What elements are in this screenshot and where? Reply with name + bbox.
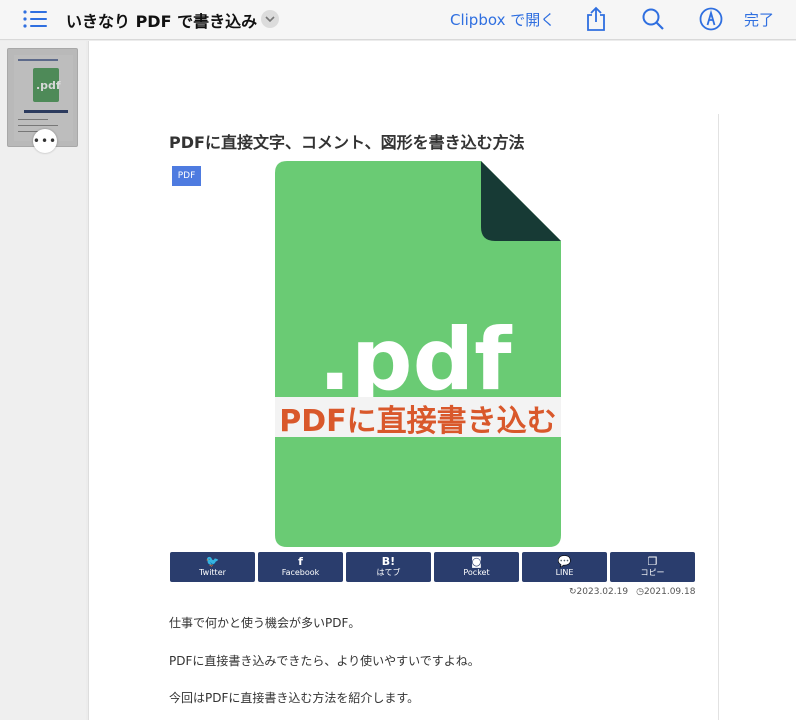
thumbnail-share-bar (24, 110, 68, 113)
hatebu-icon: B! (381, 555, 396, 568)
list-icon[interactable] (20, 5, 50, 33)
hero-pdf-file-image: .pdf PDFに直接書き込む (275, 161, 561, 547)
thumbnail-pdf-image: .pdf (33, 68, 61, 102)
thumbnail-text-line (18, 119, 48, 120)
done-button[interactable]: 完了 (744, 9, 774, 30)
clock-icon: ◷ (636, 587, 644, 597)
share-icon[interactable] (582, 5, 610, 33)
thumbnail-title-line (18, 59, 58, 61)
thumbnail-pdf-text: .pdf (36, 79, 61, 92)
document-page: PDFに直接文字、コメント、図形を書き込む方法 PDF .pdf PDFに直接書… (88, 41, 796, 720)
share-button-label: はてブ (376, 568, 401, 577)
hero-banner-text: PDFに直接書き込む (279, 404, 556, 439)
line-icon: 💬 (557, 555, 572, 568)
share-pocket-button[interactable]: ◙ Pocket (434, 552, 519, 582)
article-dates: ↻2023.02.19 ◷2021.09.18 (569, 587, 695, 597)
top-toolbar: いきなり PDF で書き込み Clipbox で開く 完了 (0, 0, 796, 40)
thumbnail-sidebar: .pdf ••• (0, 41, 86, 720)
share-facebook-button[interactable]: f Facebook (258, 552, 343, 582)
share-copy-button[interactable]: ❐ コピー (610, 552, 695, 582)
category-tag[interactable]: PDF (172, 166, 201, 186)
share-line-button[interactable]: 💬 LINE (522, 552, 607, 582)
share-button-label: Twitter (199, 568, 226, 577)
pocket-icon: ◙ (471, 555, 482, 568)
article-paragraph: PDFに直接書き込みできたら、より使いやすいですよね。 (169, 654, 480, 668)
share-twitter-button[interactable]: 🐦 Twitter (170, 552, 255, 582)
facebook-icon: f (298, 555, 303, 568)
share-button-label: LINE (555, 568, 574, 577)
share-button-label: コピー (640, 568, 665, 577)
copy-icon: ❐ (647, 555, 658, 568)
updated-date: ↻2023.02.19 (569, 587, 628, 597)
share-button-label: Pocket (463, 568, 490, 577)
open-in-clipbox-button[interactable]: Clipbox で開く (450, 9, 555, 30)
share-button-label: Facebook (281, 568, 320, 577)
updated-date-value: 2023.02.19 (576, 587, 629, 597)
more-options-button[interactable]: ••• (33, 129, 57, 153)
twitter-icon: 🐦 (205, 555, 220, 568)
hero-pdf-extension: .pdf (318, 310, 513, 410)
content-divider (718, 114, 719, 720)
share-hatebu-button[interactable]: B! はてブ (346, 552, 431, 582)
thumbnail-text-line (18, 125, 58, 126)
search-icon[interactable] (639, 5, 667, 33)
published-date: ◷2021.09.18 (636, 587, 695, 597)
share-button-row: 🐦 Twitter f Facebook B! はてブ ◙ Pocket 💬 L… (170, 552, 695, 582)
article-paragraph: 仕事で何かと使う機会が多いPDF。 (169, 616, 361, 630)
article-title: PDFに直接文字、コメント、図形を書き込む方法 (169, 133, 525, 152)
published-date-value: 2021.09.18 (643, 587, 696, 597)
article-paragraph: 今回はPDFに直接書き込む方法を紹介します。 (169, 691, 420, 705)
chevron-down-icon[interactable] (261, 10, 279, 28)
refresh-icon: ↻ (569, 587, 577, 597)
markup-pen-icon[interactable] (697, 5, 725, 33)
document-title[interactable]: いきなり PDF で書き込み (66, 8, 257, 32)
